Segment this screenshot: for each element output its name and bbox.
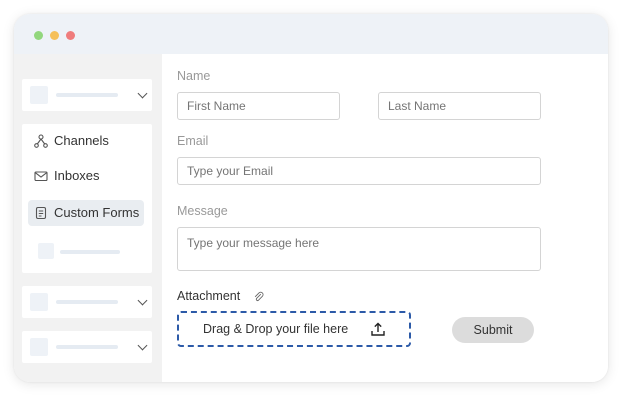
sidebar-item-label: Custom Forms xyxy=(54,205,140,220)
email-field[interactable] xyxy=(177,157,541,185)
sidebar-item-channels[interactable]: Channels xyxy=(28,128,146,154)
submit-button[interactable]: Submit xyxy=(452,317,534,343)
placeholder-text xyxy=(56,93,118,97)
message-label: Message xyxy=(177,204,228,218)
placeholder-text xyxy=(60,250,120,254)
placeholder-text xyxy=(56,300,118,304)
custom-form: Name Email Message Attachment Drag & Dro… xyxy=(162,54,608,382)
sidebar-item-custom-forms[interactable]: Custom Forms xyxy=(28,200,144,226)
sidebar-section-collapsed[interactable] xyxy=(22,331,152,363)
email-label: Email xyxy=(177,134,209,148)
chevron-down-icon[interactable] xyxy=(137,295,148,306)
last-name-field[interactable] xyxy=(378,92,541,120)
sidebar-section-collapsed[interactable] xyxy=(22,79,152,111)
placeholder-text xyxy=(56,345,118,349)
upload-icon xyxy=(371,322,385,336)
dropzone-text: Drag & Drop your file here xyxy=(203,322,349,336)
placeholder-icon xyxy=(38,243,54,259)
sidebar-section-collapsed[interactable] xyxy=(22,286,152,318)
chevron-down-icon[interactable] xyxy=(137,340,148,351)
sidebar: Channels Inboxes Custom Forms xyxy=(14,54,162,382)
sidebar-section-expanded: Channels Inboxes Custom Forms xyxy=(22,124,152,273)
attachment-label: Attachment xyxy=(177,289,241,303)
file-dropzone[interactable]: Drag & Drop your file here xyxy=(177,311,411,347)
channels-icon xyxy=(34,134,48,148)
paperclip-icon xyxy=(254,291,264,301)
window-maximize-button[interactable] xyxy=(34,31,43,40)
placeholder-icon xyxy=(30,293,48,311)
name-label: Name xyxy=(177,69,211,83)
placeholder-icon xyxy=(30,86,48,104)
placeholder-icon xyxy=(30,338,48,356)
sidebar-item-label: Inboxes xyxy=(54,168,100,183)
chevron-down-icon[interactable] xyxy=(137,88,148,99)
first-name-field[interactable] xyxy=(177,92,340,120)
sidebar-item-inboxes[interactable]: Inboxes xyxy=(28,163,146,189)
message-field[interactable] xyxy=(177,227,541,271)
app-window: Channels Inboxes Custom Forms Name First… xyxy=(14,14,608,382)
window-close-button[interactable] xyxy=(66,31,75,40)
sidebar-item-label: Channels xyxy=(54,133,109,148)
inbox-icon xyxy=(34,171,48,182)
title-bar xyxy=(14,14,608,54)
form-icon xyxy=(35,206,47,220)
window-minimize-button[interactable] xyxy=(50,31,59,40)
